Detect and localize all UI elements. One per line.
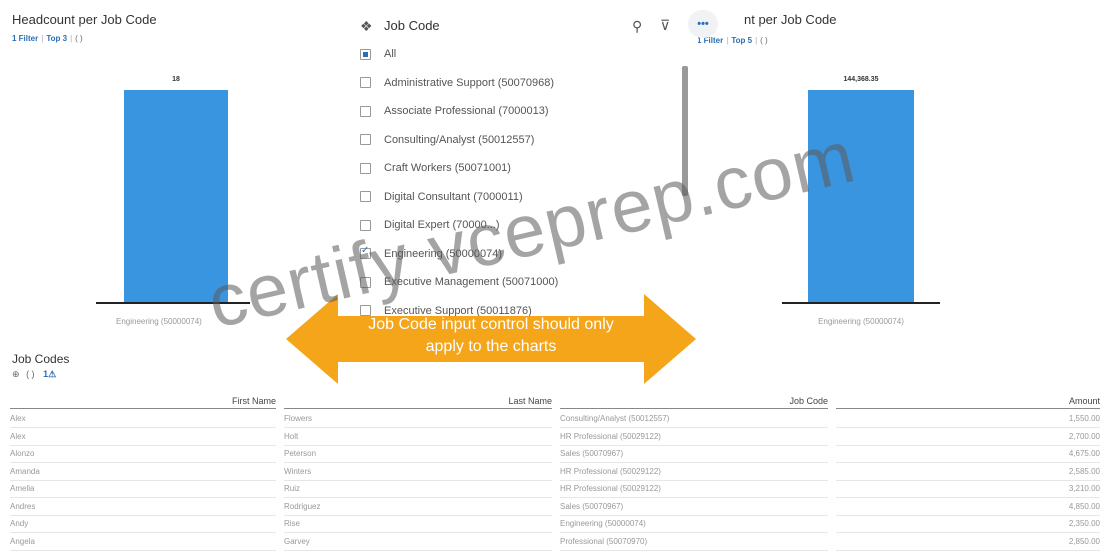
table-cell: Alex bbox=[10, 430, 276, 446]
column-header[interactable]: First Name bbox=[10, 396, 276, 409]
table-subline: ⊕ ( ) 1⚠ bbox=[12, 369, 56, 380]
table-cell: Rodriguez bbox=[284, 500, 552, 516]
right-bar-value-label: 144,368.35 bbox=[843, 76, 879, 83]
table-cell: Garvey bbox=[284, 535, 552, 551]
option-label: All bbox=[384, 48, 397, 60]
more-options-button[interactable]: ••• bbox=[688, 10, 718, 38]
table-cell: Angela bbox=[10, 535, 276, 551]
table-cell: Sales (50070967) bbox=[560, 447, 828, 463]
left-top-link[interactable]: Top 3 bbox=[46, 34, 67, 43]
option-label: Associate Professional (7000013) bbox=[384, 105, 549, 117]
table-cell: Consulting/Analyst (50012557) bbox=[560, 412, 828, 428]
right-braces: ( ) bbox=[760, 36, 768, 45]
table-title: Job Codes bbox=[12, 352, 70, 366]
table-braces: ( ) bbox=[26, 369, 35, 379]
table-cell: 4,675.00 bbox=[836, 447, 1100, 463]
table-cell: Alex bbox=[10, 412, 276, 428]
dropdown-title: Job Code bbox=[384, 18, 440, 33]
table-cell: 2,585.00 bbox=[836, 465, 1100, 481]
table-cell: Andres bbox=[10, 500, 276, 516]
table-cell: HR Professional (50029122) bbox=[560, 482, 828, 498]
option-checkbox[interactable] bbox=[360, 105, 371, 117]
right-chart-title: nt per Job Code bbox=[744, 12, 837, 27]
annotation-text: Job Code input control should only apply… bbox=[336, 314, 646, 358]
table-cell: 3,210.00 bbox=[836, 482, 1100, 498]
filter-icon[interactable]: ⊽ bbox=[660, 17, 670, 34]
option-checkbox[interactable] bbox=[360, 191, 371, 202]
table-cell: 2,700.00 bbox=[836, 430, 1100, 446]
table-cell: 4,850.00 bbox=[836, 500, 1100, 516]
table-cell: 2,350.00 bbox=[836, 517, 1100, 533]
right-category-label: Engineering (50000074) bbox=[818, 317, 904, 326]
left-braces: ( ) bbox=[75, 34, 83, 43]
table-cell: Rise bbox=[284, 517, 552, 533]
table-cell: Amanda bbox=[10, 465, 276, 481]
table-cell: Amelia bbox=[10, 482, 276, 498]
option-checkbox[interactable] bbox=[360, 48, 371, 60]
dimension-cube-icon: ❖ bbox=[360, 18, 373, 34]
table-cell: HR Professional (50029122) bbox=[560, 465, 828, 481]
left-chart-subline: 1 Filter | Top 3 |( ) bbox=[12, 34, 83, 43]
column-header[interactable]: Last Name bbox=[284, 396, 552, 409]
table-warning-link[interactable]: 1⚠ bbox=[43, 369, 56, 379]
annotation-line-1: Job Code input control should only bbox=[368, 316, 614, 333]
option-checkbox[interactable] bbox=[360, 77, 371, 88]
right-top-link[interactable]: Top 5 bbox=[731, 36, 752, 45]
table-cell: Professional (50070970) bbox=[560, 535, 828, 551]
column-header[interactable]: Amount bbox=[836, 396, 1100, 409]
job-code-option[interactable]: Consulting/Analyst (50012557) bbox=[360, 130, 534, 150]
left-chart-title: Headcount per Job Code bbox=[12, 12, 157, 27]
table-cell: Andy bbox=[10, 517, 276, 533]
table-cell: HR Professional (50029122) bbox=[560, 430, 828, 446]
table-settings-icon[interactable]: ⊕ bbox=[12, 369, 20, 379]
job-code-option[interactable]: Administrative Support (50070968) bbox=[360, 73, 554, 93]
job-code-option[interactable]: All bbox=[360, 44, 396, 64]
left-bar-value-label: 18 bbox=[172, 76, 180, 83]
table-cell: Sales (50070967) bbox=[560, 500, 828, 516]
option-label: Consulting/Analyst (50012557) bbox=[384, 133, 535, 146]
table-cell: Alonzo bbox=[10, 447, 276, 463]
table-cell: 1,550.00 bbox=[836, 412, 1100, 428]
option-label: Administrative Support (50070968) bbox=[384, 76, 554, 89]
table-cell: Engineering (50000074) bbox=[560, 517, 828, 533]
column-header[interactable]: Job Code bbox=[560, 396, 828, 409]
table-cell: Ruiz bbox=[284, 482, 552, 498]
option-label: Craft Workers (50071001) bbox=[384, 162, 511, 174]
option-checkbox[interactable] bbox=[360, 134, 371, 145]
table-cell: Flowers bbox=[284, 412, 552, 428]
table-cell: Winters bbox=[284, 465, 552, 481]
table-cell: Holt bbox=[284, 430, 552, 446]
job-code-option[interactable]: Associate Professional (7000013) bbox=[360, 101, 548, 121]
option-checkbox[interactable] bbox=[360, 162, 371, 174]
right-x-axis bbox=[782, 302, 940, 304]
search-icon[interactable]: ⚲ bbox=[632, 18, 642, 35]
job-code-option[interactable]: Craft Workers (50071001) bbox=[360, 158, 511, 178]
left-filter-link[interactable]: 1 Filter bbox=[12, 34, 38, 43]
annotation-line-2: apply to the charts bbox=[425, 338, 557, 355]
table-cell: Peterson bbox=[284, 447, 552, 463]
table-cell: 2,850.00 bbox=[836, 535, 1100, 551]
